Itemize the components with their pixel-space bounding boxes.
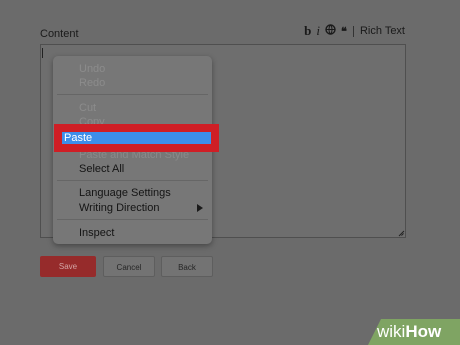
text-caret — [42, 48, 43, 58]
toolbar-divider — [352, 25, 354, 37]
italic-button[interactable]: i — [316, 23, 320, 39]
menu-item-redo[interactable]: Redo — [53, 76, 212, 90]
save-button[interactable]: Save — [40, 256, 96, 277]
menu-item-paste[interactable]: Paste — [62, 132, 211, 144]
menu-separator — [57, 180, 208, 181]
menu-item-language-settings[interactable]: Language Settings — [53, 186, 212, 200]
menu-separator — [57, 94, 208, 95]
quote-button[interactable]: ❝ — [341, 25, 347, 38]
bold-button[interactable]: b — [304, 23, 311, 39]
cancel-button[interactable]: Cancel — [103, 256, 155, 277]
back-button[interactable]: Back — [161, 256, 213, 277]
menu-item-inspect[interactable]: Inspect — [53, 226, 212, 240]
menu-item-select-all[interactable]: Select All — [53, 162, 212, 176]
content-label: Content — [40, 28, 79, 40]
menu-item-undo[interactable]: Undo — [53, 62, 212, 76]
watermark-wiki: wiki — [377, 322, 406, 341]
paste-highlight-box: Paste — [54, 124, 219, 152]
menu-item-label: Writing Direction — [79, 202, 160, 214]
resize-handle-icon[interactable] — [398, 230, 404, 236]
menu-separator — [57, 219, 208, 220]
editor-toolbar: b i ❝ Rich Text — [304, 23, 405, 39]
watermark-how: How — [405, 322, 442, 341]
submenu-arrow-icon — [197, 204, 203, 212]
rich-text-toggle[interactable]: Rich Text — [360, 25, 405, 37]
link-icon[interactable] — [325, 24, 336, 38]
menu-item-label: Paste — [64, 132, 93, 144]
menu-item-writing-direction[interactable]: Writing Direction — [53, 201, 212, 215]
wikihow-watermark: wikiHow — [368, 319, 460, 345]
menu-item-cut[interactable]: Cut — [53, 101, 212, 115]
